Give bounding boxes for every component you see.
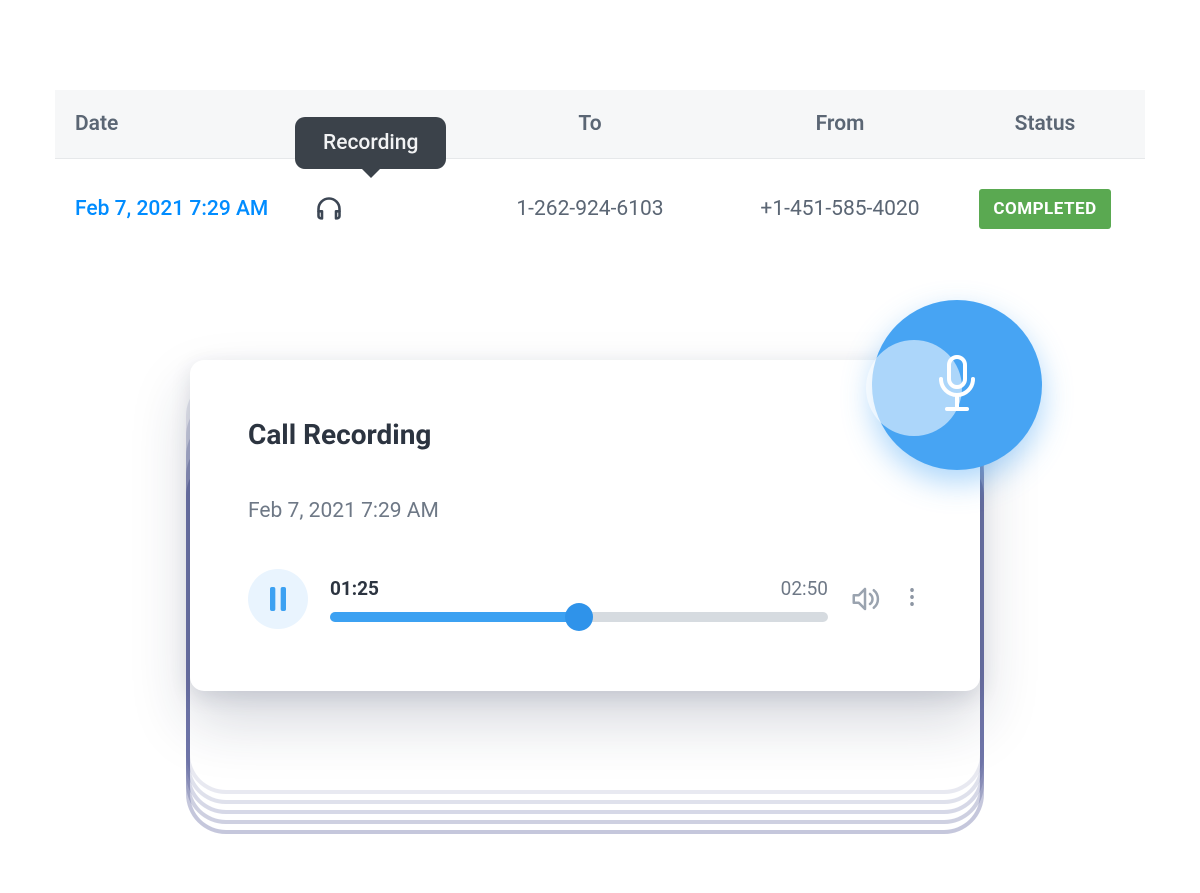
seek-knob[interactable] — [565, 603, 593, 631]
card-subtitle: Feb 7, 2021 7:29 AM — [248, 499, 922, 523]
more-menu-icon[interactable]: ••• — [902, 589, 922, 610]
col-header-date: Date — [75, 112, 315, 136]
pause-button[interactable] — [248, 569, 308, 629]
elapsed-time: 01:25 — [330, 577, 379, 600]
col-header-from: From — [715, 112, 965, 136]
recording-tooltip: Recording — [295, 117, 446, 169]
table-header-row: Date Recording To From Status — [55, 90, 1145, 159]
cell-to: 1-262-924-6103 — [465, 197, 715, 221]
volume-icon[interactable] — [850, 584, 880, 614]
seek-track[interactable] — [330, 612, 828, 622]
audio-player: 01:25 02:50 ••• — [248, 569, 922, 629]
card-title: Call Recording — [248, 418, 922, 451]
progress-column: 01:25 02:50 — [330, 577, 828, 622]
col-header-status: Status — [965, 112, 1125, 136]
status-badge: COMPLETED — [979, 189, 1110, 229]
seek-fill — [330, 612, 579, 622]
table-row[interactable]: Feb 7, 2021 7:29 AM 1-262-924-6103 +1-45… — [55, 159, 1145, 259]
pause-icon — [268, 587, 288, 611]
microphone-icon — [933, 355, 981, 415]
time-row: 01:25 02:50 — [330, 577, 828, 600]
cell-date[interactable]: Feb 7, 2021 7:29 AM — [75, 197, 315, 221]
cell-from: +1-451-585-4020 — [715, 197, 965, 221]
col-header-to: To — [465, 112, 715, 136]
cell-status: COMPLETED — [965, 189, 1125, 229]
headphones-icon[interactable] — [315, 195, 465, 223]
total-time: 02:50 — [781, 577, 828, 600]
microphone-fab[interactable] — [872, 300, 1042, 470]
call-recording-card-wrap: Call Recording Feb 7, 2021 7:29 AM 01:25… — [190, 360, 980, 691]
call-recording-card: Call Recording Feb 7, 2021 7:29 AM 01:25… — [190, 360, 980, 691]
calls-table: Date Recording To From Status Feb 7, 202… — [55, 90, 1145, 259]
